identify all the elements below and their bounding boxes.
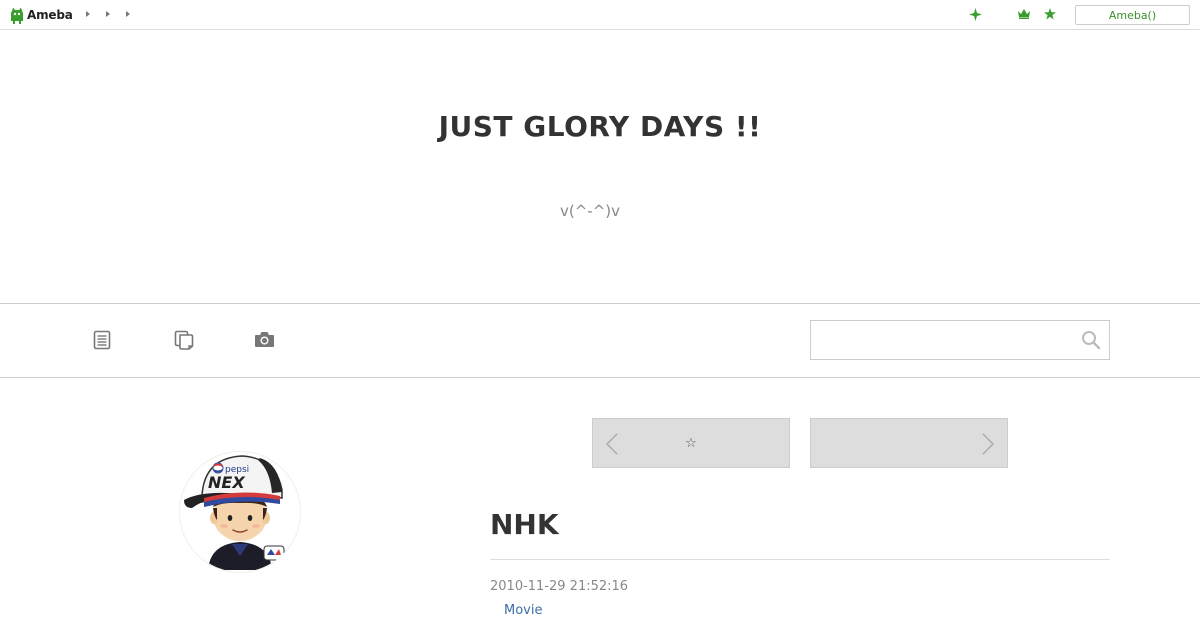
chevron-right-icon <box>982 433 995 455</box>
previous-entry-button[interactable]: ☆ <box>592 418 790 468</box>
star-icon[interactable] <box>1042 6 1058 22</box>
logo-text: Ameba <box>27 8 73 22</box>
next-entry-label <box>811 419 1007 467</box>
nav-bar <box>0 303 1200 378</box>
ameba-logo[interactable]: Ameba <box>10 6 73 24</box>
breadcrumb-arrow-2[interactable] <box>106 11 110 17</box>
article-theme-link[interactable]: Movie <box>504 603 542 618</box>
search-icon[interactable] <box>1081 330 1101 350</box>
archive-icon[interactable] <box>174 330 194 350</box>
search-input[interactable] <box>811 321 1073 359</box>
title-divider <box>490 559 1110 560</box>
sparkle-icon[interactable] <box>967 6 983 22</box>
breadcrumb-arrow-3[interactable] <box>126 11 130 17</box>
login-button[interactable]: Ameba() <box>1075 5 1190 25</box>
blog-description: v(^-^)v <box>559 202 620 220</box>
entry-list-icon[interactable] <box>93 330 113 350</box>
avatar-illustration: pepsi NEX <box>184 455 285 570</box>
top-bar: Ameba Ameba() <box>0 0 1200 30</box>
article-title[interactable]: NHK <box>490 508 559 541</box>
ameba-mascot-icon <box>10 7 24 24</box>
camera-icon[interactable] <box>254 330 274 350</box>
search-box <box>810 320 1110 360</box>
next-entry-button[interactable] <box>810 418 1008 468</box>
article-date: 2010-11-29 21:52:16 <box>490 579 629 594</box>
blog-title[interactable]: JUST GLORY DAYS !! <box>0 110 1200 143</box>
cap-logo-text: NEX <box>208 473 245 492</box>
profile-avatar[interactable]: pepsi NEX <box>180 452 300 572</box>
breadcrumb-arrow-1[interactable] <box>86 11 90 17</box>
previous-entry-label: ☆ <box>685 435 697 451</box>
crown-icon[interactable] <box>1016 6 1032 22</box>
